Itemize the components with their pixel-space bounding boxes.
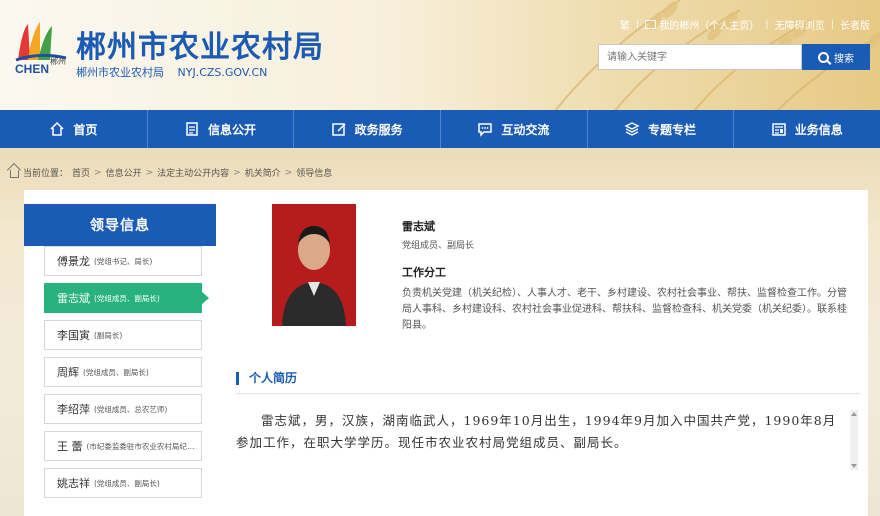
nav-item-gov-services[interactable]: 政务服务 [293,110,440,148]
bio-scrollbar[interactable] [850,410,858,470]
leader-name: 雷志斌 [57,292,90,305]
nav-item-topics[interactable]: 专题专栏 [586,110,734,148]
leader-item[interactable]: 王 蕾 (市纪委监委驻市农业农村局纪检监察组组长) [44,431,202,461]
newspaper-icon [771,123,786,136]
content-panel: 领导信息 傅景龙 (党组书记、局长) 雷志斌 (党组成员、副局长) 李国寅 (副… [24,190,868,516]
nav-item-home[interactable]: 首页 [0,110,147,148]
leader-name: 李国寅 [57,329,90,342]
leader-detail-name: 雷志斌 [402,220,435,233]
breadcrumb-separator: > [233,167,241,178]
person-portrait-icon [272,204,356,326]
my-page-label: 我的郴州（个人主页） [659,21,760,32]
leader-item[interactable]: 李绍萍 (党组成员、总农艺师) [44,394,202,424]
leader-title: (党组成员、副局长) [83,367,149,377]
nav-label: 首页 [73,122,98,137]
leader-list: 傅景龙 (党组书记、局长) 雷志斌 (党组成员、副局长) 李国寅 (副局长) 周… [44,246,209,505]
logo-city-text: 郴州 [50,57,66,66]
leader-name: 李绍萍 [57,403,90,416]
leader-item-active[interactable]: 雷志斌 (党组成员、副局长) [44,283,209,313]
main-nav: 首页 信息公开 政务服务 互动交流 专题专栏 业务信息 [0,110,880,148]
divider [236,393,860,394]
monitor-icon [645,20,657,29]
scroll-up-icon[interactable] [851,412,857,416]
duty-heading: 工作分工 [402,266,446,279]
leader-detail-role: 党组成员、副局长 [402,241,475,251]
breadcrumb-prefix: 当前位置： [23,169,69,179]
leader-portrait [272,204,356,326]
logo-english-text: CHEN [15,62,50,76]
leader-name: 王 蕾 [57,440,83,453]
top-links: 繁 | 我的郴州（个人主页） | 无障碍浏览 | 长者版 [620,17,870,32]
home-icon [10,170,19,178]
leader-title: (党组成员、副局长) [94,293,160,303]
accessibility-link[interactable]: 无障碍浏览 [775,17,825,32]
site-subtitle: 郴州市农业农村局 NYJ.CZS.GOV.CN [76,64,277,80]
search-button-label: 搜索 [834,53,854,65]
bio-text: 雷志斌，男，汉族，湖南临武人，1969年10月出生，1994年9月加入中国共产党… [236,413,837,450]
sidebar-title: 领导信息 [24,204,216,246]
search-button[interactable]: 搜索 [802,44,870,70]
site-header: 郴州 CHEN 郴州市农业农村局 郴州市农业农村局 NYJ.CZS.GOV.CN… [0,0,880,110]
breadcrumb-link[interactable]: 首页 [72,166,90,179]
traditional-chinese-link[interactable]: 繁 [620,17,630,32]
layers-icon [624,122,640,136]
leader-title: (副局长) [94,330,123,340]
breadcrumb-separator: > [145,167,154,178]
nav-label: 信息公开 [208,122,257,137]
search-input[interactable] [598,44,802,70]
breadcrumb-separator: > [284,167,293,178]
leader-sidebar: 领导信息 [24,204,216,246]
leader-item[interactable]: 周辉 (党组成员、副局长) [44,357,202,387]
duty-text: 负责机关党建（机关纪检）、人事人才、老干、乡村建设、农村社会事业、帮扶、监督检查… [402,288,847,331]
search-icon [818,51,829,63]
breadcrumb-separator: > [94,167,102,178]
link-divider: | [635,19,640,30]
bio-heading: 个人简历 [236,372,297,385]
site-title: 郴州市农业农村局 [76,30,324,65]
leader-item[interactable]: 姚志祥 (党组成员、副局长) [44,468,202,498]
scroll-down-icon[interactable] [851,464,857,468]
nav-item-business-info[interactable]: 业务信息 [733,110,880,148]
nav-label: 专题专栏 [648,122,697,137]
site-subtitle-cn: 郴州市农业农村局 [76,66,164,79]
my-page-link[interactable]: 我的郴州（个人主页） [645,17,759,32]
breadcrumb-link[interactable]: 信息公开 [106,166,142,179]
link-divider: | [765,19,769,30]
leader-title: (市纪委监委驻市农业农村局纪检监察组组长) [86,441,202,451]
leader-title: (党组成员、副局长) [94,478,160,488]
nav-item-interaction[interactable]: 互动交流 [440,110,587,148]
breadcrumb: 当前位置： 首页 > 信息公开 > 法定主动公开内容 > 机关简介 > 领导信息 [10,166,332,179]
home-icon [50,121,64,136]
leader-item[interactable]: 李国寅 (副局长) [44,320,202,350]
breadcrumb-link[interactable]: 法定主动公开内容 [157,166,229,179]
document-icon [186,122,198,136]
leader-name: 姚志祥 [57,477,90,490]
nav-item-info-disclosure[interactable]: 信息公开 [146,110,294,148]
chat-icon [478,123,493,137]
nav-label: 政务服务 [354,122,403,137]
leader-title: (党组成员、总农艺师) [94,404,168,414]
leader-title: (党组书记、局长) [94,256,153,266]
nav-label: 业务信息 [794,122,843,137]
breadcrumb-link[interactable]: 机关简介 [245,166,281,179]
edit-icon [331,123,346,136]
link-divider: | [830,19,834,30]
elderly-mode-link[interactable]: 长者版 [840,17,870,32]
leader-name: 傅景龙 [57,255,90,268]
site-url: NYJ.CZS.GOV.CN [177,66,268,79]
nav-label: 互动交流 [501,122,550,137]
leader-name: 周辉 [57,366,79,379]
breadcrumb-current[interactable]: 领导信息 [296,166,332,179]
leader-item[interactable]: 傅景龙 (党组书记、局长) [44,246,202,276]
